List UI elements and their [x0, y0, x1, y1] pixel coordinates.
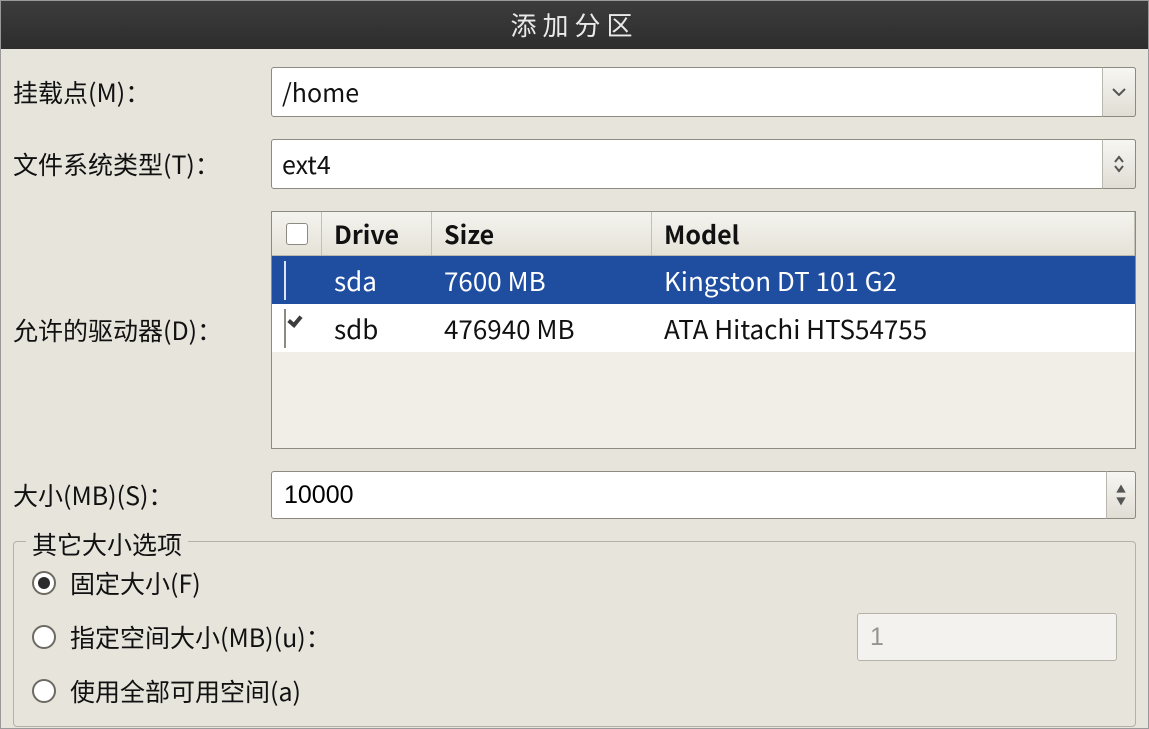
specify-space-spinbox: ▲ ▼	[857, 613, 1117, 661]
size-spinbox[interactable]: ▲ ▼	[271, 471, 1136, 519]
drive-model: Kingston DT 101 G2	[652, 262, 1135, 299]
fs-type-select-button[interactable]	[1102, 139, 1136, 189]
option-use-all-space[interactable]: 使用全部可用空间(a)	[32, 664, 1117, 718]
drive-row-sdb[interactable]: sdb 476940 MB ATA Hitachi HTS54755	[272, 304, 1135, 352]
chevron-down-icon	[1112, 88, 1126, 96]
option-specify-space[interactable]: 指定空间大小(MB)(u)： ▲ ▼	[32, 610, 1117, 664]
drive-name: sda	[322, 262, 432, 299]
drives-table: Drive Size Model sda 7600 MB Kingston DT…	[271, 211, 1136, 449]
fs-type-label: 文件系统类型(T)：	[13, 146, 271, 182]
radio-fixed-size[interactable]	[32, 571, 56, 595]
mount-point-combo[interactable]: /home	[271, 67, 1136, 117]
drives-header-size[interactable]: Size	[432, 212, 652, 255]
allowed-drives-label: 允许的驱动器(D)：	[13, 312, 271, 348]
drive-size: 7600 MB	[432, 262, 652, 299]
drive-row-sda[interactable]: sda 7600 MB Kingston DT 101 G2	[272, 256, 1135, 304]
size-spin-buttons[interactable]: ▲ ▼	[1106, 471, 1136, 519]
drive-size: 476940 MB	[432, 310, 652, 347]
size-label: 大小(MB)(S)：	[13, 477, 271, 513]
drive-checkbox-sdb[interactable]	[284, 309, 286, 348]
other-size-group: 其它大小选项 固定大小(F) 指定空间大小(MB)(u)： ▲ ▼	[13, 541, 1136, 727]
fs-type-value: ext4	[282, 146, 1094, 182]
drives-header-drive[interactable]: Drive	[322, 212, 432, 255]
drives-header-check[interactable]	[272, 212, 322, 255]
header-checkbox-icon	[286, 223, 308, 245]
drive-name: sdb	[322, 310, 432, 347]
mount-point-label: 挂载点(M)：	[13, 74, 271, 110]
other-size-legend: 其它大小选项	[26, 526, 188, 562]
updown-icon	[1113, 155, 1125, 173]
mount-point-value: /home	[282, 74, 1094, 110]
dialog-title: 添加分区	[1, 1, 1148, 49]
fs-type-combo[interactable]: ext4	[271, 139, 1136, 189]
option-fixed-label: 固定大小(F)	[70, 565, 201, 601]
drive-model: ATA Hitachi HTS54755	[652, 310, 1135, 347]
add-partition-dialog: 添加分区 挂载点(M)： /home 文件系统类型(T)：	[0, 0, 1149, 729]
specify-space-input	[868, 622, 1149, 653]
chevron-down-icon: ▼	[1116, 495, 1126, 507]
drives-header: Drive Size Model	[272, 212, 1135, 256]
option-fixed-size[interactable]: 固定大小(F)	[32, 556, 1117, 610]
radio-specify-space[interactable]	[32, 625, 56, 649]
option-all-label: 使用全部可用空间(a)	[70, 673, 301, 709]
size-input[interactable]	[282, 480, 1098, 511]
option-specify-label: 指定空间大小(MB)(u)：	[70, 619, 331, 655]
drive-checkbox-sda[interactable]	[284, 261, 286, 300]
drives-empty-area	[272, 352, 1135, 448]
dialog-body: 挂载点(M)： /home 文件系统类型(T)： ext4	[1, 49, 1148, 727]
mount-point-dropdown-button[interactable]	[1102, 67, 1136, 117]
drives-header-model[interactable]: Model	[652, 212, 1135, 255]
radio-use-all-space[interactable]	[32, 679, 56, 703]
